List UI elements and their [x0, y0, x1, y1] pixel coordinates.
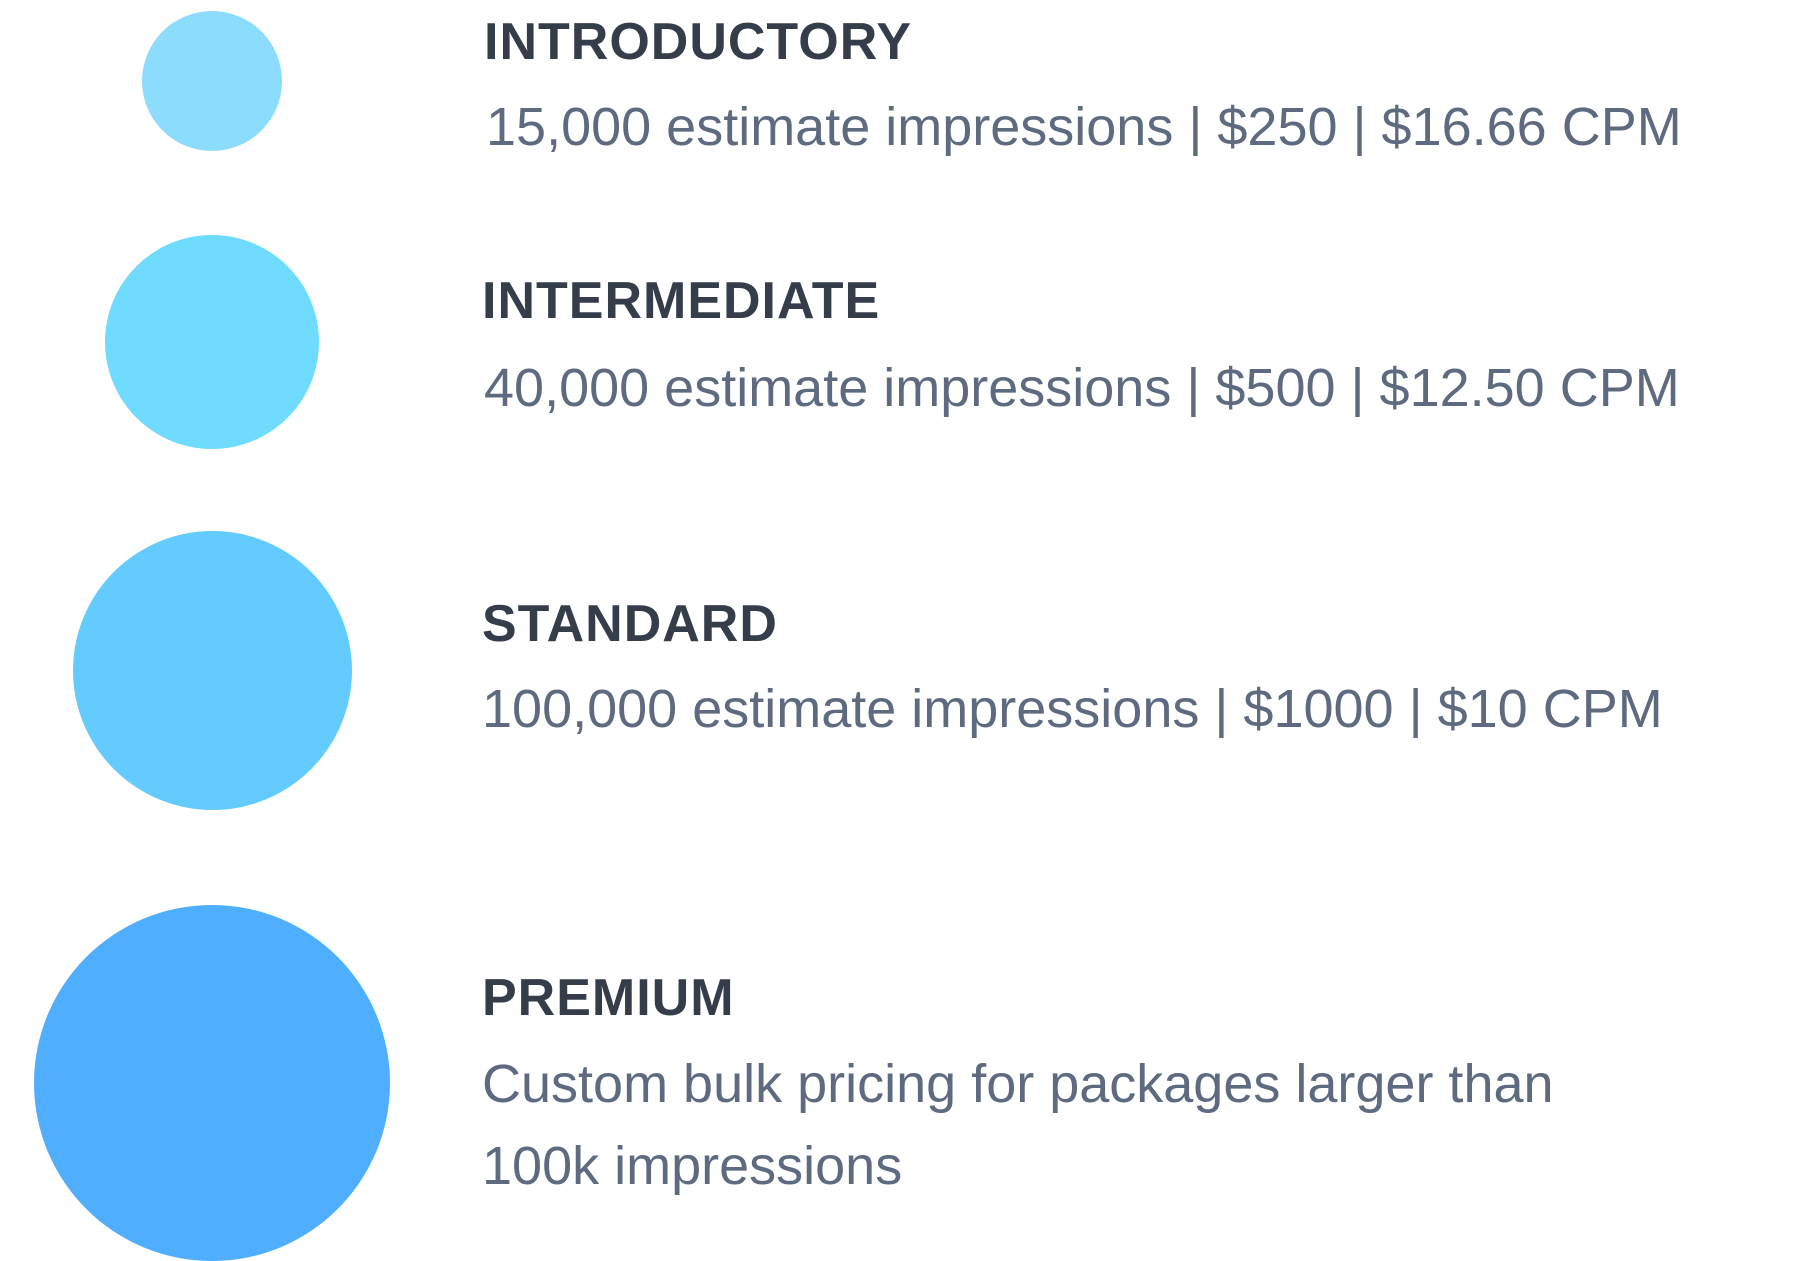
tier-circle-intermediate — [105, 235, 319, 449]
tier-title-intermediate: INTERMEDIATE — [482, 272, 881, 330]
tier-circle-standard — [73, 531, 352, 810]
tier-title-introductory: INTRODUCTORY — [484, 13, 912, 71]
tier-description-premium: Custom bulk pricing for packages larger … — [482, 1054, 1554, 1196]
tier-title-standard: STANDARD — [482, 595, 778, 653]
tier-title-premium: PREMIUM — [482, 969, 735, 1027]
tier-description-introductory: 15,000 estimate impressions | $250 | $16… — [486, 97, 1682, 157]
tier-description-intermediate: 40,000 estimate impressions | $500 | $12… — [484, 358, 1680, 418]
tier-description-standard: 100,000 estimate impressions | $1000 | $… — [482, 679, 1663, 739]
tier-circle-premium — [34, 905, 390, 1261]
tier-circle-introductory — [142, 11, 282, 151]
